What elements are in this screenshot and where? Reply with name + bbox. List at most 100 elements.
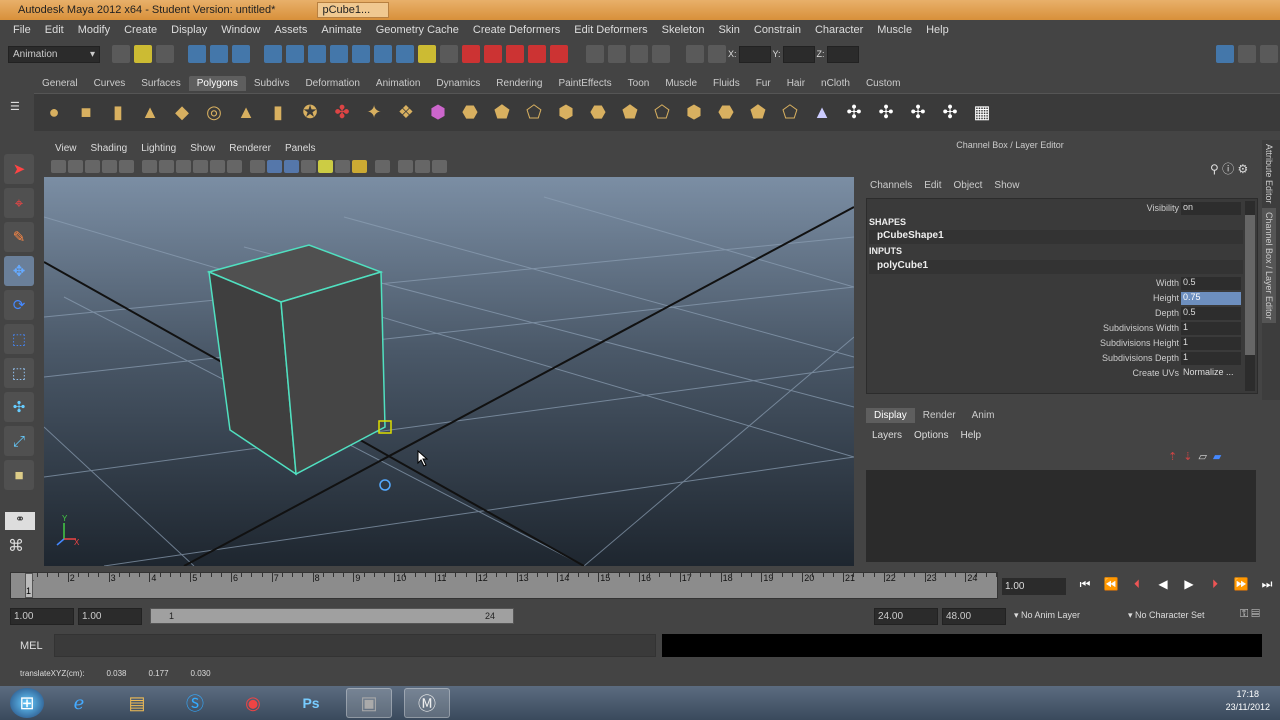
gate-mask-icon[interactable] — [176, 159, 191, 173]
bridge-icon[interactable]: ⬟ — [488, 99, 516, 127]
show-manipulator-icon[interactable]: ⤢ — [4, 426, 34, 456]
poly-cube-icon[interactable]: ■ — [72, 99, 100, 127]
cb-toolbar-icons[interactable]: ⚲ ⓘ ⚙ — [1210, 160, 1248, 177]
step-back-frame-icon[interactable]: ⏪ — [1098, 577, 1124, 592]
shelf-tab-curves[interactable]: Curves — [86, 76, 134, 91]
move-tool-icon[interactable]: ✥ — [4, 256, 34, 286]
film-gate-icon[interactable] — [142, 159, 157, 173]
offset-edge-loop-icon[interactable]: ⬟ — [616, 99, 644, 127]
shelf-tab-dynamics[interactable]: Dynamics — [428, 76, 488, 91]
render-view-icon[interactable] — [586, 45, 604, 63]
field-chart-icon[interactable] — [193, 159, 208, 173]
pivot-icon[interactable] — [379, 479, 391, 491]
shelf-tab-animation[interactable]: Animation — [368, 76, 428, 91]
high-quality-icon[interactable] — [398, 159, 413, 173]
shelf-tab-muscle[interactable]: Muscle — [657, 76, 705, 91]
select-object-icon[interactable] — [210, 45, 228, 63]
pick-mask-icon[interactable] — [286, 45, 304, 63]
character-set-dropdown[interactable]: ▾ No Character Set — [1128, 610, 1205, 621]
menu-display[interactable]: Display — [164, 24, 214, 36]
smooth-shade-icon[interactable] — [267, 159, 282, 173]
extrude-icon[interactable]: ⬣ — [456, 99, 484, 127]
textured-icon[interactable] — [301, 159, 316, 173]
planar-mapping-icon[interactable]: ✣ — [840, 99, 868, 127]
use-all-lights-icon[interactable] — [318, 159, 333, 173]
panel-menu-renderer[interactable]: Renderer — [222, 143, 278, 154]
layer-tab-display[interactable]: Display — [866, 408, 915, 423]
extract-icon[interactable]: ❖ — [392, 99, 420, 127]
chrome-icon[interactable]: ◉ — [230, 688, 276, 718]
transform-mode-icon[interactable] — [708, 45, 726, 63]
menu-file[interactable]: File — [6, 24, 38, 36]
shelf-tab-general[interactable]: General — [34, 76, 86, 91]
z-input[interactable] — [826, 45, 859, 63]
shelf-tab-fluids[interactable]: Fluids — [705, 76, 748, 91]
cb-menu-channels[interactable]: Channels — [864, 180, 918, 191]
attr-row-create-uvs[interactable]: Create UVs Normalize ... — [1132, 366, 1241, 380]
ambient-occlusion-icon[interactable] — [432, 159, 447, 173]
auto-key-icon[interactable]: ⚿ ▤ — [1240, 608, 1260, 621]
cb-menu-show[interactable]: Show — [988, 180, 1025, 191]
current-time-marker[interactable]: 1 — [25, 573, 33, 598]
grid-toggle-icon[interactable] — [119, 159, 134, 173]
collapse-icon[interactable]: ⬟ — [744, 99, 772, 127]
shadows-icon[interactable] — [335, 159, 350, 173]
poly-cylinder-icon[interactable]: ▮ — [104, 99, 132, 127]
y-input[interactable] — [782, 45, 815, 63]
paint-select-tool-icon[interactable]: ✎ — [4, 222, 34, 252]
x-input[interactable] — [738, 45, 771, 63]
camera-icon[interactable] — [51, 159, 66, 173]
pick-mask-icon[interactable] — [264, 45, 282, 63]
attr-value[interactable]: Normalize ... — [1181, 367, 1241, 380]
side-tab-attribute-editor[interactable]: Attribute Editor — [1262, 140, 1276, 208]
panel-menu-lighting[interactable]: Lighting — [134, 143, 183, 154]
uv-texture-editor-icon[interactable]: ▦ — [968, 99, 996, 127]
attr-value-selected[interactable]: 0.75 — [1181, 291, 1241, 305]
attr-row-subdiv-width[interactable]: Subdivisions Width 1 — [1103, 321, 1241, 335]
menu-modify[interactable]: Modify — [71, 24, 117, 36]
internet-explorer-icon[interactable]: ℯ — [56, 688, 102, 718]
merge-to-center-icon[interactable]: ⬣ — [712, 99, 740, 127]
menu-skeleton[interactable]: Skeleton — [655, 24, 712, 36]
wireframe-icon[interactable] — [250, 159, 265, 173]
anim-start-field[interactable]: 1.00 — [78, 608, 142, 625]
anim-layer-dropdown[interactable]: ▾ No Anim Layer — [1014, 610, 1080, 621]
scale-tool-icon[interactable]: ⬚ — [4, 324, 34, 354]
lock-icon[interactable] — [418, 45, 436, 63]
xray-icon[interactable] — [352, 159, 367, 173]
poly-soccer-ball-icon[interactable]: ✪ — [296, 99, 324, 127]
panel-menu-view[interactable]: View — [48, 143, 84, 154]
attr-row-depth[interactable]: Depth 0.5 — [1155, 306, 1241, 320]
cylindrical-mapping-icon[interactable]: ✣ — [872, 99, 900, 127]
bookmark-icon[interactable] — [85, 159, 100, 173]
start-button[interactable]: ⊞ — [10, 688, 44, 718]
attr-value[interactable]: 1 — [1181, 336, 1241, 350]
play-backward-icon[interactable]: ◀ — [1150, 577, 1176, 592]
panel-menu-panels[interactable]: Panels — [278, 143, 323, 154]
start-time-field[interactable]: 1.00 — [10, 608, 74, 625]
step-forward-frame-icon[interactable]: ⏩ — [1228, 577, 1254, 592]
anim-end-field[interactable]: 24.00 — [874, 608, 938, 625]
menu-create[interactable]: Create — [117, 24, 164, 36]
cb-menu-object[interactable]: Object — [948, 180, 989, 191]
poly-sphere-icon[interactable]: ● — [40, 99, 68, 127]
reverse-normals-icon[interactable]: ⬠ — [776, 99, 804, 127]
shelf-tab-fur[interactable]: Fur — [748, 76, 779, 91]
panel-menu-show[interactable]: Show — [183, 143, 222, 154]
bevel-icon[interactable]: ⬠ — [648, 99, 676, 127]
insert-edge-loop-icon[interactable]: ⬣ — [584, 99, 612, 127]
visibility-value[interactable]: on — [1181, 201, 1241, 215]
select-tool-icon[interactable]: ➤ — [4, 154, 34, 184]
range-slider[interactable]: 1 24 — [150, 608, 514, 624]
document-tab[interactable]: pCube1... — [317, 2, 390, 18]
time-slider[interactable]: 1234567891011121314151617181920212223241 — [10, 572, 998, 599]
menu-animate[interactable]: Animate — [314, 24, 368, 36]
attr-row-height[interactable]: Height 0.75 — [1153, 291, 1241, 305]
separate-icon[interactable]: ✦ — [360, 99, 388, 127]
poly-torus-icon[interactable]: ◎ — [200, 99, 228, 127]
side-tab-channel-box[interactable]: Channel Box / Layer Editor — [1262, 207, 1276, 324]
layer-list[interactable] — [866, 470, 1256, 562]
resolution-gate-icon[interactable] — [159, 159, 174, 173]
shelf-tab-polygons[interactable]: Polygons — [188, 75, 246, 91]
poly-plane-icon[interactable]: ◆ — [168, 99, 196, 127]
